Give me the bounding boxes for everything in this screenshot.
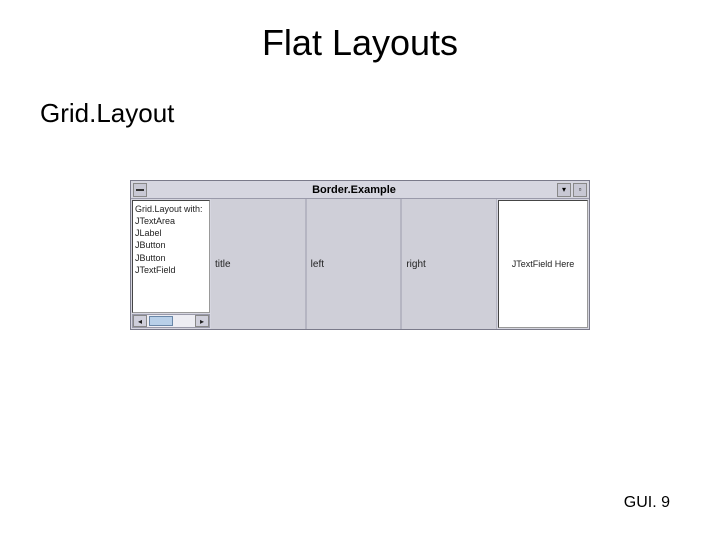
maximize-button[interactable]: ▫ — [573, 183, 587, 197]
slide-subtitle: Grid.Layout — [40, 98, 174, 129]
grid-column-right: right — [401, 199, 497, 329]
textarea-line: JButton — [135, 239, 207, 251]
system-menu-icon[interactable] — [133, 183, 147, 197]
center-panel: title left right — [211, 199, 497, 329]
scroll-track[interactable] — [147, 315, 195, 327]
example-window-figure: Border.Example ▾ ▫ Grid.Layout with: JTe… — [130, 180, 590, 330]
textarea-line: JLabel — [135, 227, 207, 239]
slide-number: GUI. 9 — [624, 494, 670, 512]
textarea[interactable]: Grid.Layout with: JTextArea JLabel JButt… — [132, 200, 210, 313]
titlebar: Border.Example ▾ ▫ — [131, 181, 589, 199]
window-buttons: ▾ ▫ — [557, 183, 587, 197]
window-title: Border.Example — [151, 184, 557, 196]
scroll-thumb[interactable] — [149, 316, 173, 326]
horizontal-scrollbar[interactable]: ◂ ▸ — [132, 314, 210, 328]
minimize-button[interactable]: ▾ — [557, 183, 571, 197]
scroll-left-icon[interactable]: ◂ — [133, 315, 147, 327]
slide-title: Flat Layouts — [0, 22, 720, 64]
textarea-line: Grid.Layout with: — [135, 203, 207, 215]
grid-column-title: title — [211, 199, 306, 329]
window-content: Grid.Layout with: JTextArea JLabel JButt… — [131, 199, 589, 329]
app-window: Border.Example ▾ ▫ Grid.Layout with: JTe… — [130, 180, 590, 330]
grid-column-left: left — [306, 199, 402, 329]
textarea-line: JTextArea — [135, 215, 207, 227]
east-textfield[interactable]: JTextField Here — [498, 200, 588, 328]
textarea-line: JButton — [135, 252, 207, 264]
textarea-line: JTextField — [135, 264, 207, 276]
scroll-right-icon[interactable]: ▸ — [195, 315, 209, 327]
west-panel: Grid.Layout with: JTextArea JLabel JButt… — [131, 199, 211, 329]
